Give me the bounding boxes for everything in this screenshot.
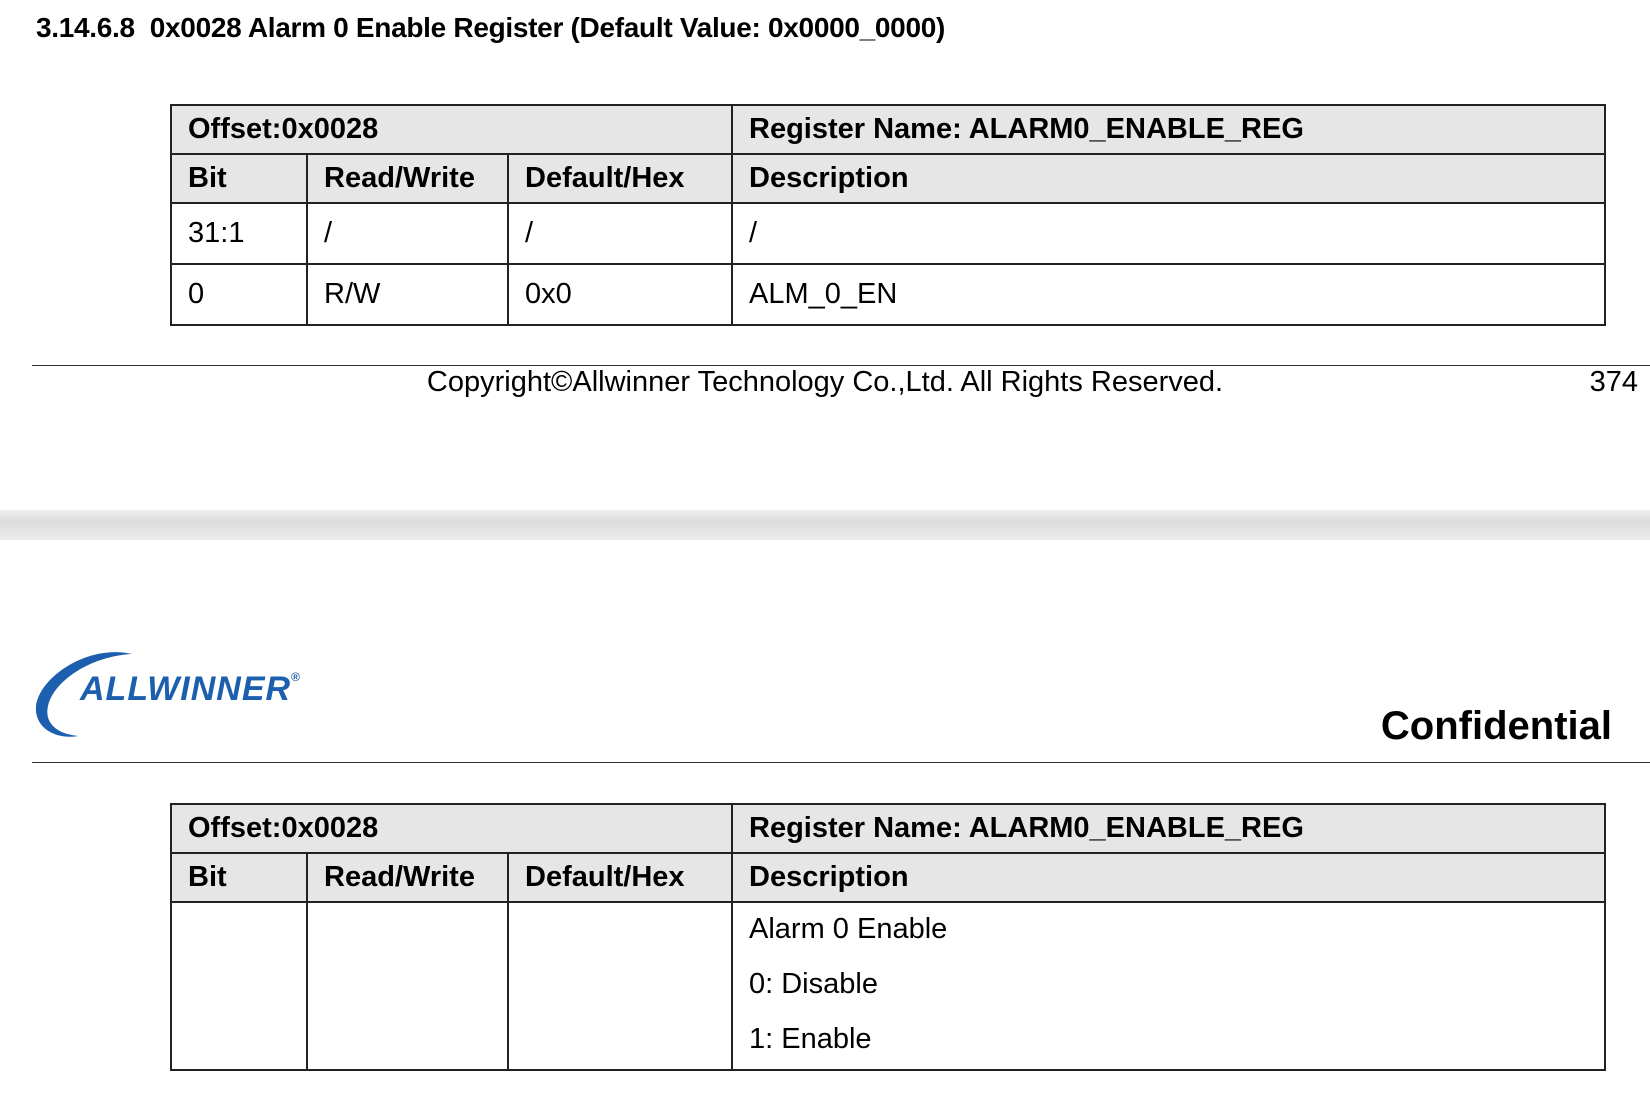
page-break-gap xyxy=(0,510,1650,540)
bit-cell xyxy=(170,901,308,1071)
table-header-row: Offset:0x0028 Register Name: ALARM0_ENAB… xyxy=(170,803,1606,854)
register-table: Offset:0x0028 Register Name: ALARM0_ENAB… xyxy=(170,803,1606,1071)
allwinner-logo: ALLWINNER® xyxy=(34,648,300,744)
read-write-cell xyxy=(306,901,509,1071)
column-header-bit: Bit xyxy=(170,852,308,903)
register-name-cell: Register Name: ALARM0_ENABLE_REG xyxy=(731,104,1606,155)
table-row: 0 R/W 0x0 ALM_0_EN xyxy=(170,263,1606,326)
description-cell: / xyxy=(731,202,1606,265)
column-header-read-write: Read/Write xyxy=(306,153,509,204)
description-cell: Alarm 0 Enable 0: Disable 1: Enable xyxy=(731,901,1606,1071)
column-header-description: Description xyxy=(731,153,1606,204)
table-header-row: Offset:0x0028 Register Name: ALARM0_ENAB… xyxy=(170,104,1606,155)
read-write-cell: R/W xyxy=(306,263,509,326)
offset-cell: Offset:0x0028 xyxy=(170,803,733,854)
column-header-bit: Bit xyxy=(170,153,308,204)
bit-cell: 0 xyxy=(170,263,308,326)
default-hex-cell: 0x0 xyxy=(507,263,733,326)
bit-cell: 31:1 xyxy=(170,202,308,265)
description-line: 1: Enable xyxy=(749,1023,872,1055)
description-line: Alarm 0 Enable xyxy=(749,913,948,945)
section-heading: 3.14.6.8 0x0028 Alarm 0 Enable Register … xyxy=(36,12,946,43)
header-divider xyxy=(32,762,1650,763)
table-column-header-row: Bit Read/Write Default/Hex Description xyxy=(170,852,1606,903)
page-number: 374 xyxy=(1589,366,1638,398)
confidential-label: Confidential xyxy=(1380,704,1612,748)
column-header-description: Description xyxy=(731,852,1606,903)
table-row: 31:1 / / / xyxy=(170,202,1606,265)
column-header-default-hex: Default/Hex xyxy=(507,852,733,903)
default-hex-cell: / xyxy=(507,202,733,265)
column-header-default-hex: Default/Hex xyxy=(507,153,733,204)
table-row: Alarm 0 Enable 0: Disable 1: Enable xyxy=(170,901,1606,1071)
logo-wordmark: ALLWINNER® xyxy=(80,670,301,708)
footer-copyright: Copyright©Allwinner Technology Co.,Ltd. … xyxy=(426,366,1224,398)
register-table: Offset:0x0028 Register Name: ALARM0_ENAB… xyxy=(170,104,1606,326)
description-line: 0: Disable xyxy=(749,968,878,1000)
register-name-cell: Register Name: ALARM0_ENABLE_REG xyxy=(731,803,1606,854)
description-cell: ALM_0_EN xyxy=(731,263,1606,326)
table-column-header-row: Bit Read/Write Default/Hex Description xyxy=(170,153,1606,204)
read-write-cell: / xyxy=(306,202,509,265)
default-hex-cell xyxy=(507,901,733,1071)
offset-cell: Offset:0x0028 xyxy=(170,104,733,155)
column-header-read-write: Read/Write xyxy=(306,852,509,903)
